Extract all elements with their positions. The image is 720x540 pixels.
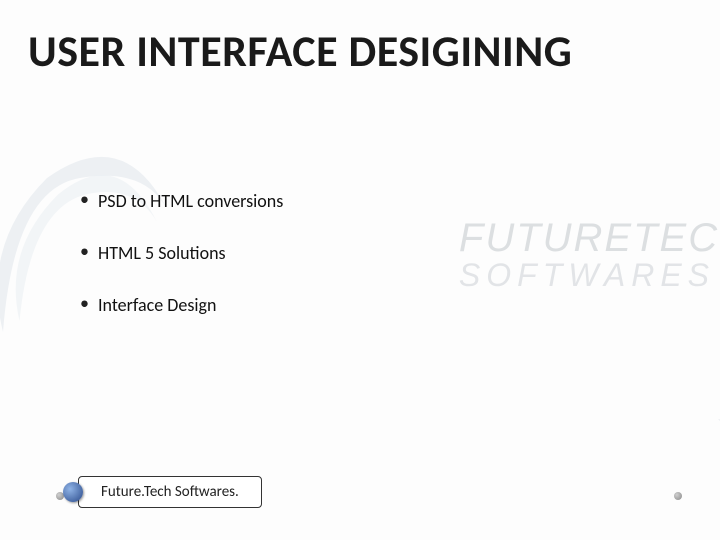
watermark-line2: SOFTWARES bbox=[459, 257, 720, 294]
decorative-arc bbox=[298, 358, 720, 540]
watermark-line1: FUTURETECH bbox=[459, 216, 720, 261]
bullet-item: Interface Design bbox=[80, 294, 283, 316]
decorative-arc bbox=[218, 358, 720, 540]
footer-label: Future.Tech Softwares. bbox=[78, 476, 262, 508]
watermark-text: FUTURETECH SOFTWARES bbox=[459, 216, 720, 294]
bullet-list: PSD to HTML conversions HTML 5 Solutions… bbox=[80, 190, 283, 346]
bullet-item: HTML 5 Solutions bbox=[80, 242, 283, 264]
bullet-item: PSD to HTML conversions bbox=[80, 190, 283, 212]
slide: FUTURETECH SOFTWARES USER INTERFACE DESI… bbox=[0, 0, 720, 540]
corner-dot-icon bbox=[674, 492, 682, 500]
slide-title: USER INTERFACE DESIGINING bbox=[28, 24, 692, 78]
